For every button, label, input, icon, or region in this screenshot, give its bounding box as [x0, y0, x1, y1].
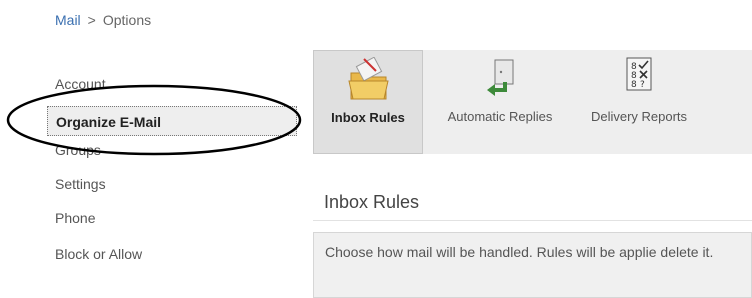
folder-icon	[348, 57, 389, 100]
svg-text:?: ?	[640, 80, 645, 90]
description-box: Choose how mail will be handled. Rules w…	[313, 232, 752, 298]
tool-label: Automatic Replies	[447, 109, 553, 124]
tool-label: Inbox Rules	[331, 110, 405, 125]
breadcrumb-mail-link[interactable]: Mail	[55, 12, 81, 28]
annotation-ellipse	[6, 84, 302, 156]
sidebar-item-block-or-allow[interactable]: Block or Allow	[55, 246, 142, 262]
svg-text:8: 8	[631, 80, 637, 90]
tool-automatic-replies[interactable]: Automatic Replies	[427, 50, 573, 154]
breadcrumb-current: Options	[102, 12, 152, 28]
breadcrumb-separator: >	[87, 12, 96, 28]
divider	[313, 220, 752, 221]
options-toolbar: Inbox Rules Automatic Replies 8 8 8 ? De…	[313, 50, 752, 154]
breadcrumb: Mail > Options	[55, 12, 151, 28]
tool-delivery-reports[interactable]: 8 8 8 ? Delivery Reports	[579, 50, 699, 154]
sidebar-item-phone[interactable]: Phone	[55, 210, 95, 226]
report-checklist-icon: 8 8 8 ?	[626, 57, 652, 91]
tool-inbox-rules[interactable]: Inbox Rules	[313, 50, 423, 154]
sidebar-item-settings[interactable]: Settings	[55, 176, 106, 192]
tool-label: Delivery Reports	[590, 109, 688, 124]
description-text: Choose how mail will be handled. Rules w…	[325, 244, 714, 260]
page-title: Inbox Rules	[324, 192, 420, 212]
reply-arrow-icon	[487, 59, 514, 96]
